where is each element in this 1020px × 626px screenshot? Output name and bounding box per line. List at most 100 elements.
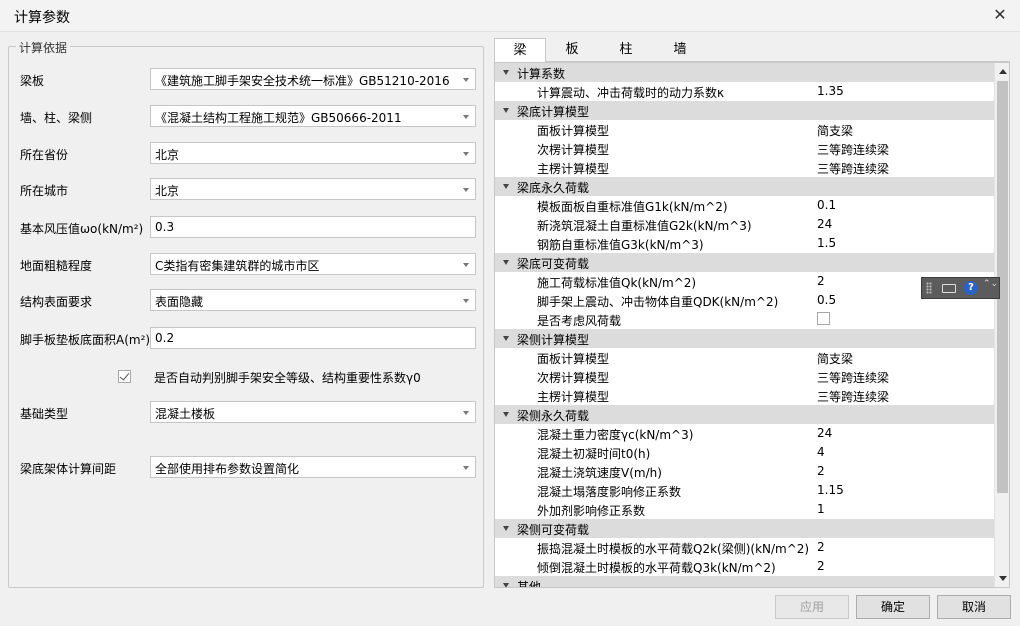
tab-beam[interactable]: 梁 (494, 38, 546, 63)
property-name: 混凝土塌落度影响修正系数 (537, 485, 682, 499)
property-value[interactable]: 24 (817, 217, 832, 231)
grid-property-row[interactable]: 计算震动、冲击荷载时的动力系数κ 1.35 (495, 82, 994, 101)
property-value[interactable]: 三等跨连续梁 (817, 160, 889, 177)
options-icon[interactable]: ⌃⌄ (983, 280, 998, 295)
cancel-button[interactable]: 取消 (937, 595, 1011, 619)
pad-area-input[interactable]: 0.2 (150, 327, 476, 349)
property-value[interactable]: 0.1 (817, 198, 836, 212)
grid-category-row[interactable]: 梁底计算模型 (495, 101, 994, 120)
grid-property-row[interactable]: 振捣混凝土时模板的水平荷载Q2k(梁侧)(kN/m^2) 2 (495, 538, 994, 557)
collapse-triangle-icon[interactable] (503, 336, 509, 341)
property-name: 计算震动、冲击荷载时的动力系数κ (537, 86, 725, 100)
grid-property-row[interactable]: 主楞计算模型 三等跨连续梁 (495, 158, 994, 177)
close-icon[interactable]: ✕ (990, 5, 1010, 25)
collapse-triangle-icon[interactable] (503, 583, 509, 587)
property-value[interactable]: 4 (817, 445, 825, 459)
beam-slab-select[interactable]: 《建筑施工脚手架安全技术统一标准》GB51210-2016 (150, 68, 476, 90)
collapse-triangle-icon[interactable] (503, 260, 509, 265)
field-surface-requirement: 结构表面要求 表面隐藏 (20, 289, 476, 311)
wind-load-checkbox[interactable] (817, 312, 830, 325)
property-value[interactable]: 1.5 (817, 236, 836, 250)
category-label: 计算系数 (517, 67, 566, 81)
wall-column-select[interactable]: 《混凝土结构工程施工规范》GB50666-2011 (150, 105, 476, 127)
property-value[interactable]: 2 (817, 559, 825, 573)
grid-property-row[interactable]: 混凝土重力密度γc(kN/m^3) 24 (495, 424, 994, 443)
property-name: 次楞计算模型 (537, 371, 610, 385)
property-value[interactable]: 三等跨连续梁 (817, 141, 889, 158)
drag-handle-icon[interactable] (926, 282, 932, 294)
grid-category-row[interactable]: 梁侧永久荷载 (495, 405, 994, 424)
grid-scrollbar[interactable] (994, 62, 1010, 588)
grid-property-row[interactable]: 混凝土初凝时间t0(h) 4 (495, 443, 994, 462)
grid-property-row[interactable]: 次楞计算模型 三等跨连续梁 (495, 139, 994, 158)
collapse-triangle-icon[interactable] (503, 108, 509, 113)
tab-slab[interactable]: 板 (546, 38, 598, 62)
foundation-type-select[interactable]: 混凝土楼板 (150, 401, 476, 423)
field-pad-area: 脚手板垫板底面积A(m²) 0.2 (20, 327, 476, 349)
surface-requirement-select[interactable]: 表面隐藏 (150, 289, 476, 311)
city-select[interactable]: 北京 (150, 178, 476, 200)
grid-property-row[interactable]: 混凝土浇筑速度V(m/h) 2 (495, 462, 994, 481)
collapse-triangle-icon[interactable] (503, 412, 509, 417)
scroll-down-icon[interactable] (999, 576, 1007, 581)
grid-category-row[interactable]: 梁底可变荷载 (495, 253, 994, 272)
grid-property-row[interactable]: 模板面板自重标准值G1k(kN/m^2) 0.1 (495, 196, 994, 215)
grid-property-row[interactable]: 混凝土塌落度影响修正系数 1.15 (495, 481, 994, 500)
property-value[interactable]: 24 (817, 426, 832, 440)
property-value[interactable]: 2 (817, 274, 825, 288)
ground-roughness-select[interactable]: C类指有密集建筑群的城市市区 (150, 253, 476, 275)
property-value[interactable]: 2 (817, 540, 825, 554)
auto-judge-checkbox[interactable] (118, 370, 131, 383)
property-value[interactable]: 1.35 (817, 84, 844, 98)
grid-category-row[interactable]: 梁侧可变荷载 (495, 519, 994, 538)
property-value[interactable]: 三等跨连续梁 (817, 369, 889, 386)
grid-property-row[interactable]: 外加剂影响修正系数 1 (495, 500, 994, 519)
property-value[interactable]: 简支梁 (817, 122, 853, 139)
tab-strip: 梁 板 柱 墙 (494, 38, 1010, 63)
property-value[interactable]: 1.15 (817, 483, 844, 497)
field-ground-roughness: 地面粗糙程度 C类指有密集建筑群的城市市区 (20, 253, 476, 275)
collapse-triangle-icon[interactable] (503, 70, 509, 75)
property-value[interactable]: 2 (817, 464, 825, 478)
property-name: 模板面板自重标准值G1k(kN/m^2) (537, 200, 728, 214)
property-value[interactable]: 0.5 (817, 293, 836, 307)
scroll-up-icon[interactable] (999, 69, 1007, 74)
field-wind-pressure: 基本风压值ωo(kN/m²) 0.3 (20, 216, 476, 238)
wind-pressure-input[interactable]: 0.3 (150, 216, 476, 238)
grid-property-row[interactable]: 钢筋自重标准值G3k(kN/m^3) 1.5 (495, 234, 994, 253)
property-value[interactable]: 简支梁 (817, 350, 853, 367)
collapse-triangle-icon[interactable] (503, 526, 509, 531)
province-select[interactable]: 北京 (150, 142, 476, 164)
grid-property-row[interactable]: 新浇筑混凝土自重标准值G2k(kN/m^3) 24 (495, 215, 994, 234)
grid-category-row[interactable]: 梁底永久荷载 (495, 177, 994, 196)
grid-property-row[interactable]: 主楞计算模型 三等跨连续梁 (495, 386, 994, 405)
field-label: 基础类型 (20, 407, 69, 421)
collapse-triangle-icon[interactable] (503, 184, 509, 189)
grid-property-row[interactable]: 次楞计算模型 三等跨连续梁 (495, 367, 994, 386)
grid-property-row[interactable]: 施工荷载标准值Qk(kN/m^2) 2 (495, 272, 994, 291)
apply-button[interactable]: 应用 (775, 595, 849, 619)
property-name: 主楞计算模型 (537, 162, 610, 176)
grid-property-row[interactable]: 面板计算模型 简支梁 (495, 120, 994, 139)
tab-column[interactable]: 柱 (600, 38, 652, 62)
field-label: 脚手板垫板底面积A(m²) (20, 333, 151, 347)
grid-property-row[interactable]: 面板计算模型 简支梁 (495, 348, 994, 367)
ok-button[interactable]: 确定 (856, 595, 930, 619)
property-name: 新浇筑混凝土自重标准值G2k(kN/m^3) (537, 219, 752, 233)
grid-property-row[interactable]: 倾倒混凝土时模板的水平荷载Q3k(kN/m^2) 2 (495, 557, 994, 576)
property-name: 脚手架上震动、冲击物体自重QDK(kN/m^2) (537, 295, 779, 309)
beam-bottom-spacing-select[interactable]: 全部使用排布参数设置简化 (150, 456, 476, 478)
tab-wall[interactable]: 墙 (654, 38, 706, 62)
grid-category-row[interactable]: 其他 (495, 576, 994, 587)
field-label: 基本风压值ωo(kN/m²) (20, 222, 144, 236)
grid-category-row[interactable]: 梁侧计算模型 (495, 329, 994, 348)
field-foundation-type: 基础类型 混凝土楼板 (20, 401, 476, 423)
grid-property-row[interactable]: 脚手架上震动、冲击物体自重QDK(kN/m^2) 0.5 (495, 291, 994, 310)
keyboard-icon[interactable] (942, 284, 956, 293)
help-icon[interactable]: ? (964, 281, 978, 295)
grid-category-row[interactable]: 计算系数 (495, 63, 994, 82)
property-value[interactable]: 1 (817, 502, 825, 516)
grid-property-row[interactable]: 是否考虑风荷载 (495, 310, 994, 329)
auto-judge-checkbox-row[interactable]: 是否自动判别脚手架安全等级、结构重要性系数γ0 (118, 369, 421, 385)
property-value[interactable]: 三等跨连续梁 (817, 388, 889, 405)
